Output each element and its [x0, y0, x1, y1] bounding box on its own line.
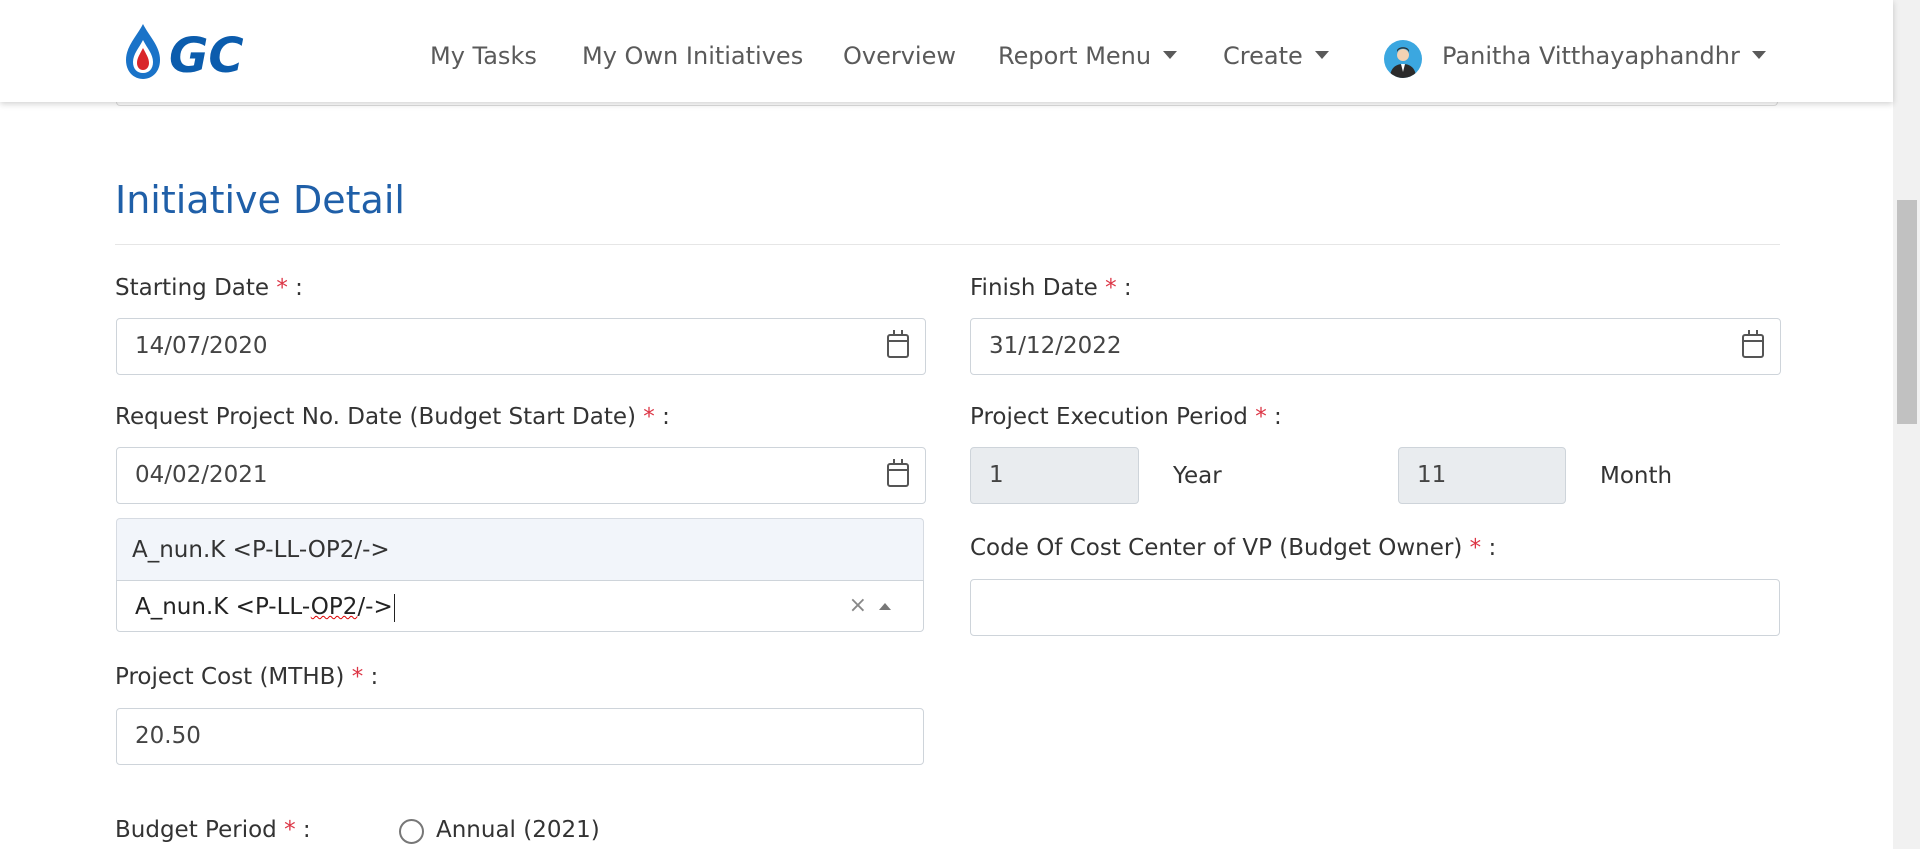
label-colon: : [1488, 535, 1497, 561]
starting-date-input[interactable]: 14/07/2020 [116, 318, 926, 375]
request-date-value: 04/02/2021 [135, 462, 268, 488]
clear-icon[interactable]: × [849, 581, 867, 631]
budget-period-label-text: Budget Period [115, 817, 277, 843]
finish-date-label-text: Finish Date [970, 275, 1098, 301]
nav-my-tasks[interactable]: My Tasks [430, 42, 537, 70]
section-title: Initiative Detail [115, 178, 405, 222]
calendar-icon[interactable] [887, 330, 909, 358]
owner-select-value-end: /-> [357, 594, 393, 620]
execution-year-value: 1 [989, 462, 1004, 488]
svg-text:GC: GC [169, 28, 244, 80]
nav-user-menu[interactable]: Panitha Vitthayaphandhr [1442, 42, 1766, 70]
budget-period-label: Budget Period * : [115, 817, 311, 843]
required-mark: * [1255, 404, 1267, 430]
top-navbar: GC My Tasks My Own Initiatives Overview … [0, 0, 1893, 102]
project-cost-label-text: Project Cost (MTHB) [115, 664, 345, 690]
required-mark: * [1469, 535, 1482, 561]
request-date-label: Request Project No. Date (Budget Start D… [115, 404, 670, 430]
finish-date-input[interactable]: 31/12/2022 [970, 318, 1781, 375]
owner-select-input[interactable]: A_nun.K <P-LL-OP2/-> × [116, 580, 924, 632]
annual-radio-label[interactable]: Annual (2021) [436, 817, 600, 843]
request-date-input[interactable]: 04/02/2021 [116, 447, 926, 504]
execution-year-input: 1 [970, 447, 1139, 504]
request-date-label-text: Request Project No. Date (Budget Start D… [115, 404, 636, 430]
spellcheck-mark: OP2 [310, 594, 358, 620]
user-name: Panitha Vitthayaphandhr [1442, 42, 1740, 70]
starting-date-label: Starting Date * : [115, 275, 303, 301]
label-colon: : [1274, 404, 1282, 430]
starting-date-label-text: Starting Date [115, 275, 270, 301]
nav-create-label: Create [1223, 42, 1303, 70]
calendar-icon[interactable] [887, 459, 909, 487]
section-divider [115, 244, 1780, 245]
cost-center-label-text: Code Of Cost Center of VP (Budget Owner) [970, 535, 1463, 561]
label-colon: : [302, 817, 311, 843]
chevron-down-icon [1314, 51, 1329, 59]
cost-center-input[interactable] [970, 579, 1780, 636]
text-cursor [393, 593, 395, 622]
label-colon: : [1123, 275, 1132, 301]
year-unit-label: Year [1173, 463, 1222, 489]
nav-overview[interactable]: Overview [843, 42, 956, 70]
scrollbar-track[interactable] [1893, 0, 1920, 849]
execution-period-label-text: Project Execution Period [970, 404, 1248, 430]
required-mark: * [643, 404, 655, 430]
chevron-down-icon [1751, 51, 1766, 59]
user-avatar-icon[interactable] [1384, 40, 1422, 78]
nav-report-menu-label: Report Menu [998, 42, 1152, 70]
label-colon: : [295, 275, 303, 301]
chevron-down-icon [1163, 51, 1178, 59]
scrollbar-thumb[interactable] [1897, 200, 1917, 424]
starting-date-value: 14/07/2020 [135, 333, 268, 359]
label-colon: : [370, 664, 379, 690]
annual-radio[interactable] [399, 819, 424, 844]
dropdown-option[interactable]: A_nun.K <P-LL-OP2/-> [116, 518, 924, 580]
execution-period-label: Project Execution Period * : [970, 404, 1282, 430]
nav-report-menu[interactable]: Report Menu [998, 42, 1178, 70]
execution-month-input: 11 [1398, 447, 1566, 504]
required-mark: * [1105, 275, 1117, 301]
calendar-icon[interactable] [1742, 330, 1764, 358]
finish-date-label: Finish Date * : [970, 275, 1132, 301]
required-mark: * [284, 817, 296, 843]
project-cost-value: 20.50 [135, 723, 201, 749]
project-cost-label: Project Cost (MTHB) * : [115, 664, 378, 690]
execution-month-value: 11 [1417, 462, 1447, 488]
finish-date-value: 31/12/2022 [989, 333, 1122, 359]
cost-center-label: Code Of Cost Center of VP (Budget Owner)… [970, 535, 1496, 561]
nav-create[interactable]: Create [1223, 42, 1329, 70]
nav-my-own-initiatives[interactable]: My Own Initiatives [582, 42, 803, 70]
gc-logo[interactable]: GC [123, 22, 293, 80]
month-unit-label: Month [1600, 463, 1673, 489]
chevron-up-icon[interactable] [879, 603, 891, 610]
label-colon: : [662, 404, 670, 430]
required-mark: * [351, 664, 364, 690]
project-cost-input[interactable]: 20.50 [116, 708, 924, 765]
owner-select-value-start: A_nun.K <P-LL- [135, 594, 311, 620]
required-mark: * [276, 275, 288, 301]
